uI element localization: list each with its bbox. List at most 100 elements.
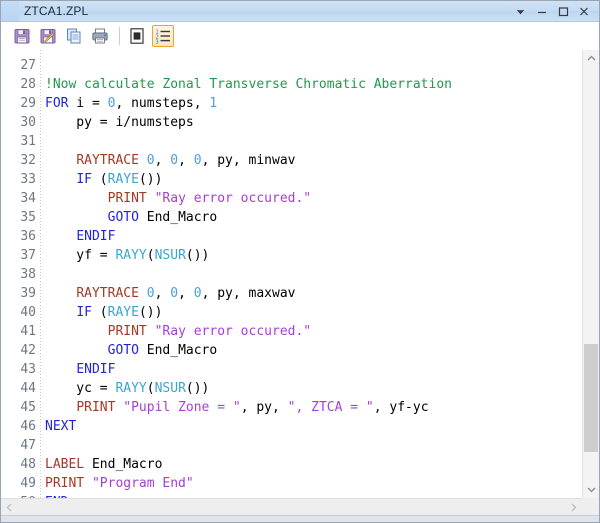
code-token-plain: ()): [185, 381, 210, 396]
chevron-down-icon[interactable]: [510, 2, 531, 21]
code-token-num: 1: [209, 96, 218, 111]
code-line[interactable]: IF (RAYE()): [45, 170, 582, 189]
code-line[interactable]: ENDIF: [45, 360, 582, 379]
code-token-plain: ()): [185, 248, 210, 263]
scroll-down-icon[interactable]: [583, 481, 599, 498]
title-bar-accent: [1, 1, 19, 21]
vertical-scrollbar[interactable]: [582, 50, 599, 498]
line-number: 48: [20, 457, 36, 472]
toolbar: 1 2 3: [1, 22, 599, 50]
line-number: 49: [20, 476, 36, 491]
code-line[interactable]: PRINT "Program End": [45, 474, 582, 493]
code-line[interactable]: RAYTRACE 0, 0, 0, py, maxwav: [45, 284, 582, 303]
line-number: 27: [20, 58, 36, 73]
page-frame-button[interactable]: [126, 25, 148, 47]
code-line[interactable]: PRINT "Pupil Zone = ", py, ", ZTCA = ", …: [45, 398, 582, 417]
print-button[interactable]: [89, 25, 111, 47]
vertical-scroll-track[interactable]: [583, 67, 599, 481]
code-token-num: 0: [146, 153, 155, 168]
scroll-right-icon[interactable]: [565, 499, 582, 516]
line-number: 31: [20, 134, 36, 149]
line-number: 39: [20, 286, 36, 301]
code-token-cmd: PRINT: [107, 191, 147, 206]
code-token-num: 0: [193, 286, 202, 301]
code-line[interactable]: NEXT: [45, 417, 582, 436]
code-line[interactable]: [45, 132, 582, 151]
line-number: 28: [20, 77, 36, 92]
code-line[interactable]: GOTO End_Macro: [45, 341, 582, 360]
scrollbar-corner: [582, 498, 599, 515]
code-line[interactable]: [45, 56, 582, 75]
code-line[interactable]: yc = RAYY(NSUR()): [45, 379, 582, 398]
code-line[interactable]: yf = RAYY(NSUR()): [45, 246, 582, 265]
code-token-kw: END: [45, 495, 68, 498]
code-content[interactable]: !Now calculate Zonal Transverse Chromati…: [41, 50, 582, 498]
line-numbers-button[interactable]: 1 2 3: [152, 24, 174, 47]
code-token-plain: py = i/numsteps: [45, 115, 194, 130]
save-as-button[interactable]: [37, 25, 59, 47]
code-line[interactable]: PRINT "Ray error occured.": [45, 322, 582, 341]
save-button[interactable]: [11, 25, 33, 47]
code-editor[interactable]: 27 28 29 30 31 32 33 34 35 36 37 38 39 40 41 42 43 44 45 46…: [1, 50, 582, 498]
line-number: 45: [20, 400, 36, 415]
minimize-icon[interactable]: [531, 2, 552, 21]
code-line[interactable]: GOTO End_Macro: [45, 208, 582, 227]
code-token-fn: NSUR: [154, 248, 186, 263]
code-line[interactable]: END: [45, 493, 582, 498]
code-token-str: "Ray error occured.": [154, 191, 312, 206]
code-token-kw: ENDIF: [76, 229, 116, 244]
code-line[interactable]: LABEL End_Macro: [45, 455, 582, 474]
line-number: 47: [20, 438, 36, 453]
line-number: 46: [20, 419, 36, 434]
line-number: 35: [20, 210, 36, 225]
code-token-fn: RAYE: [107, 172, 139, 187]
line-number: 29: [20, 96, 36, 111]
line-number: 43: [20, 362, 36, 377]
code-token-fn: RAYE: [107, 305, 139, 320]
code-token-plain: , py, minwav: [201, 153, 296, 168]
code-line[interactable]: FOR i = 0, numsteps, 1: [45, 94, 582, 113]
scroll-left-icon[interactable]: [1, 499, 18, 516]
code-token-plain: End_Macro: [138, 343, 218, 358]
toolbar-separator: [119, 26, 120, 45]
code-token-plain: (: [91, 172, 108, 187]
window-controls: [510, 2, 599, 21]
code-line[interactable]: ENDIF: [45, 227, 582, 246]
code-line[interactable]: RAYTRACE 0, 0, 0, py, minwav: [45, 151, 582, 170]
code-line[interactable]: [45, 436, 582, 455]
code-token-str: "Ray error occured.": [154, 324, 312, 339]
code-token-num: 0: [146, 286, 155, 301]
code-token-kw: IF: [76, 172, 92, 187]
code-line[interactable]: py = i/numsteps: [45, 113, 582, 132]
code-line[interactable]: [45, 265, 582, 284]
code-token-plain: (: [91, 305, 108, 320]
code-token-plain: i =: [68, 96, 108, 111]
code-token-cmd: PRINT: [76, 400, 116, 415]
horizontal-scroll-track[interactable]: [18, 498, 565, 516]
code-token-plain: , py, maxwav: [201, 286, 296, 301]
close-icon[interactable]: [573, 2, 594, 21]
code-line[interactable]: IF (RAYE()): [45, 303, 582, 322]
horizontal-scrollbar[interactable]: [1, 498, 582, 516]
vertical-scroll-thumb[interactable]: [584, 344, 598, 452]
maximize-icon[interactable]: [552, 2, 573, 21]
code-token-fn: NSUR: [154, 381, 186, 396]
code-token-plain: ()): [138, 172, 163, 187]
scroll-up-icon[interactable]: [583, 50, 599, 67]
code-line[interactable]: !Now calculate Zonal Transverse Chromati…: [45, 75, 582, 94]
line-number: 32: [20, 153, 36, 168]
code-token-kw: NEXT: [45, 419, 77, 434]
editor-window: ZTCA1.ZPL 1 2 3 27 28 29 30 31 32 33 34 …: [0, 0, 600, 523]
copy-button[interactable]: [63, 25, 85, 47]
code-line[interactable]: PRINT "Ray error occured.": [45, 189, 582, 208]
code-token-cmd: PRINT: [45, 476, 85, 491]
code-token-plain: ,: [154, 286, 171, 301]
code-token-cmd: LABEL: [45, 457, 85, 472]
